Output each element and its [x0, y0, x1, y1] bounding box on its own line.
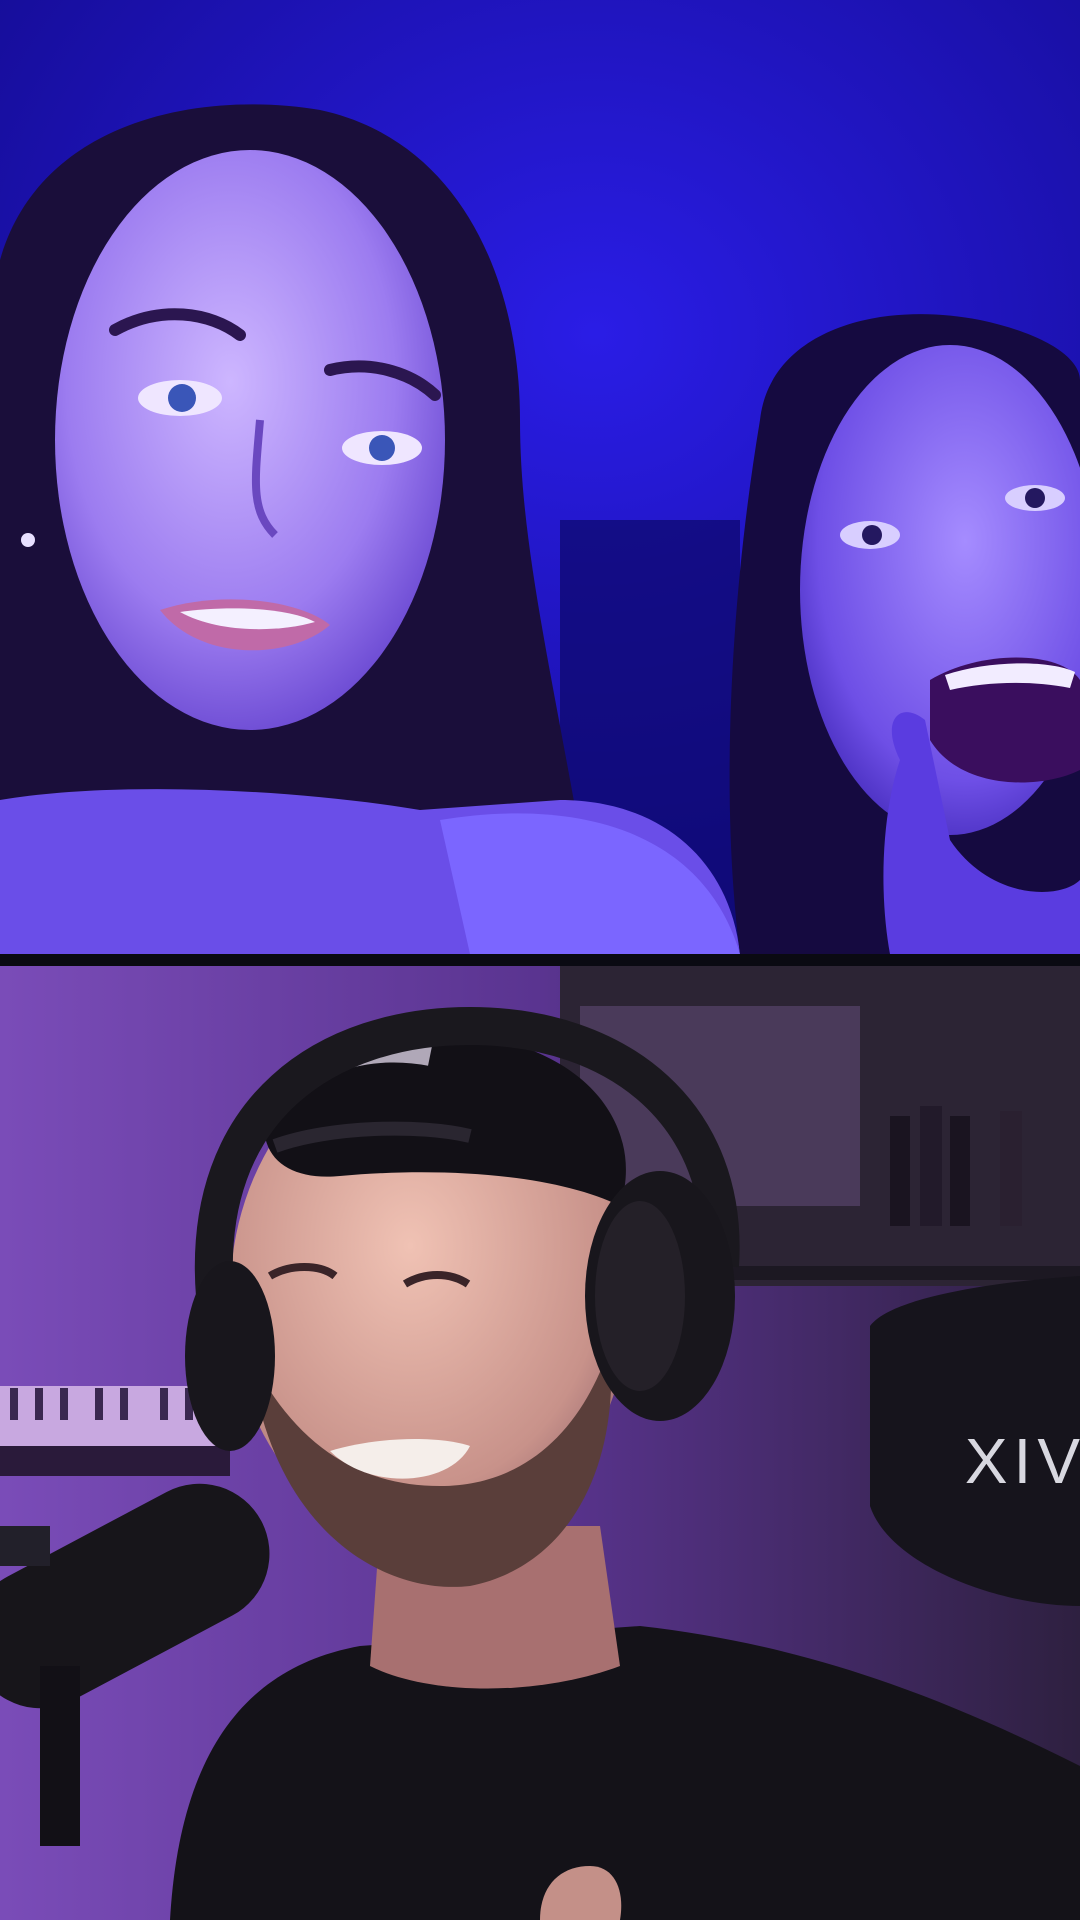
bottom-video-panel: XIV	[0, 966, 1080, 1920]
headphones-left-cup	[185, 1261, 275, 1451]
chair-brand-text: XIV	[964, 1425, 1080, 1497]
top-video-frame	[0, 0, 1080, 954]
top-video-panel	[0, 0, 1080, 954]
bottom-video-frame	[0, 966, 1080, 1920]
panel-divider	[0, 954, 1080, 966]
